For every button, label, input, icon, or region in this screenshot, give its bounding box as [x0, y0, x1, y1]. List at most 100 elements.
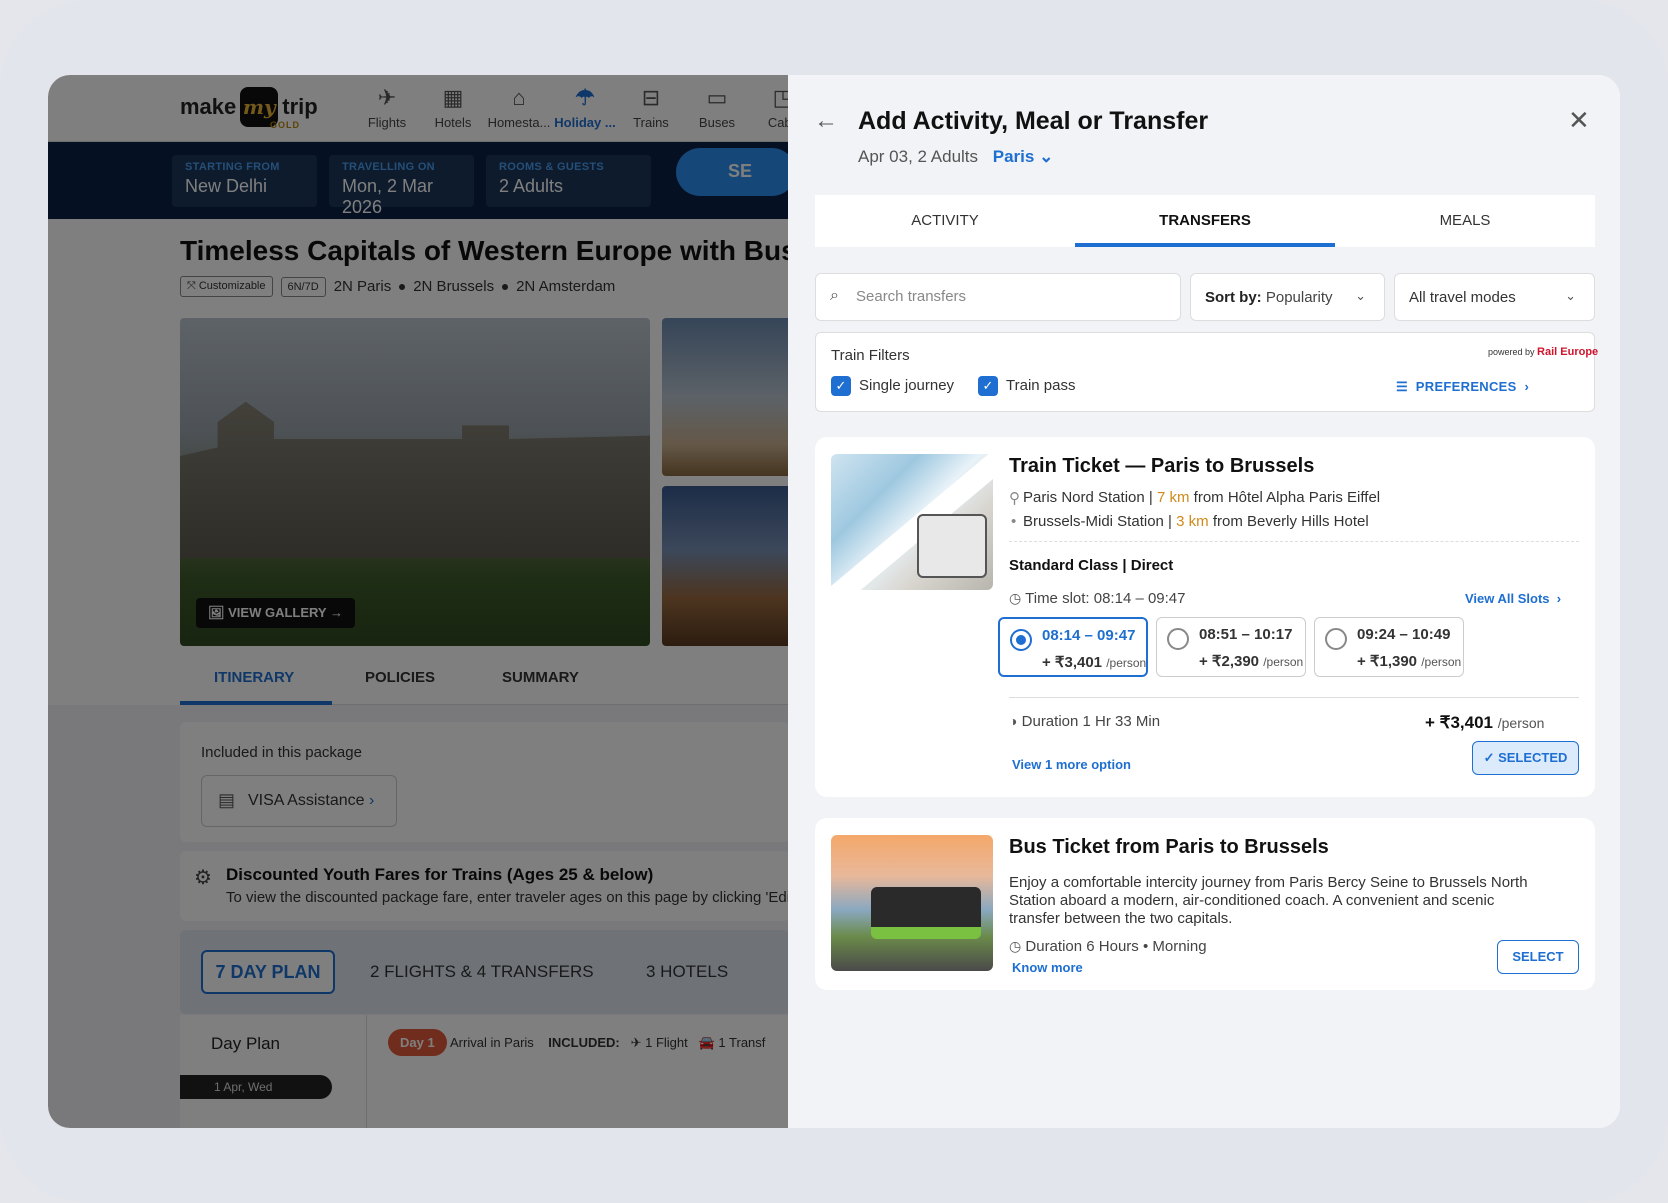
departure-station: ⚲ Paris Nord Station | 7 km from Hôtel Al…: [1009, 489, 1381, 507]
station-name: Brussels-Midi Station: [1023, 513, 1164, 530]
timer-icon: ◑: [1009, 713, 1018, 729]
tab-meals[interactable]: MEALS: [1335, 195, 1595, 247]
train-title: Train Ticket — Paris to Brussels: [1009, 455, 1315, 477]
divider: [1009, 697, 1579, 698]
slot-time: 08:51 – 10:17: [1199, 626, 1293, 643]
divider: [1009, 541, 1579, 542]
chevron-down-icon: ⌄: [1039, 147, 1054, 166]
sort-value: Popularity: [1265, 289, 1333, 306]
duration-label: Duration 1 Hr 33 Min: [1021, 713, 1161, 730]
bus-duration: ◷ Duration 6 Hours • Morning: [1009, 938, 1207, 955]
chevron-right-icon: ›: [1556, 591, 1562, 606]
selected-label: SELECTED: [1498, 750, 1568, 765]
clock-icon: ◷: [1009, 938, 1022, 954]
know-more-link[interactable]: Know more: [1012, 960, 1083, 975]
radio-button[interactable]: [1325, 628, 1347, 650]
date-guests: Apr 03, 2 Adults: [858, 147, 979, 166]
add-activity-panel: ← Add Activity, Meal or Transfer Apr 03,…: [788, 75, 1620, 1128]
train-image: [831, 454, 993, 590]
city-dropdown[interactable]: Paris ⌄: [993, 147, 1054, 166]
price-value: + ₹2,390: [1199, 653, 1260, 670]
powered-by-text: powered by: [1488, 347, 1535, 357]
rail-europe-logo: Rail Europe: [1537, 346, 1599, 358]
train-filters: Train Filters powered by Rail Europe ✓ Si…: [815, 332, 1599, 412]
sort-dropdown[interactable]: Sort by: Popularity ⌄: [1190, 273, 1385, 321]
close-icon[interactable]: ✕: [1568, 105, 1590, 136]
check-icon: ✓: [978, 376, 998, 396]
price-value: + ₹3,401: [1042, 654, 1103, 671]
tab-activity[interactable]: ACTIVITY: [815, 195, 1075, 247]
slot-option[interactable]: 08:51 – 10:17 + ₹2,390 /person: [1156, 617, 1306, 677]
panel-tabs: ACTIVITY TRANSFERS MEALS: [815, 195, 1595, 247]
slot-price: + ₹1,390 /person: [1357, 652, 1461, 670]
travel-modes-value: All travel modes: [1409, 289, 1516, 306]
train-class: Standard Class | Direct: [1009, 557, 1174, 574]
clock-icon: ◷: [1009, 590, 1022, 606]
chevron-down-icon: ⌄: [1565, 288, 1576, 303]
price-unit: /person: [1421, 655, 1462, 669]
radio-button[interactable]: [1167, 628, 1189, 650]
train-total-price: + ₹3,401 /person: [1425, 713, 1544, 733]
time-of-day: Morning: [1152, 938, 1207, 955]
select-button[interactable]: SELECT: [1497, 940, 1579, 974]
search-transfers-input[interactable]: ⌕ Search transfers: [815, 273, 1181, 321]
price-unit: /person: [1263, 655, 1304, 669]
radio-button[interactable]: [1010, 629, 1032, 651]
train-pass-checkbox[interactable]: ✓ Train pass: [978, 376, 1076, 396]
slot-price: + ₹2,390 /person: [1199, 652, 1303, 670]
arrival-station: • Brussels-Midi Station | 3 km from Bever…: [1011, 513, 1369, 530]
back-arrow-icon[interactable]: ←: [814, 107, 838, 135]
train-ticket-card: Train Ticket — Paris to Brussels ⚲ Paris …: [815, 437, 1595, 797]
search-icon: ⌕: [830, 287, 839, 304]
tab-transfers[interactable]: TRANSFERS: [1075, 195, 1335, 247]
slot-option[interactable]: 09:24 – 10:49 + ₹1,390 /person: [1314, 617, 1464, 677]
bus-ticket-card: Bus Ticket from Paris to Brussels Enjoy …: [815, 818, 1595, 990]
preferences-button[interactable]: ☰ PREFERENCES ›: [1396, 379, 1529, 395]
bus-image: [831, 835, 993, 971]
selected-button[interactable]: ✓ SELECTED: [1472, 741, 1579, 775]
travel-modes-dropdown[interactable]: All travel modes ⌄: [1394, 273, 1595, 321]
check-icon: ✓: [831, 376, 851, 396]
sort-label: Sort by:: [1205, 289, 1262, 306]
modal-overlay[interactable]: [48, 75, 788, 1128]
check-icon: ✓: [1483, 750, 1495, 765]
view-all-slots-link[interactable]: View All Slots ›: [1465, 591, 1561, 606]
search-placeholder: Search transfers: [856, 288, 967, 305]
single-journey-checkbox[interactable]: ✓ Single journey: [831, 376, 955, 396]
bus-title: Bus Ticket from Paris to Brussels: [1009, 836, 1329, 858]
slot-price: + ₹3,401 /person: [1042, 653, 1146, 671]
screen: make my trip GOLD ✈Flights ▦Hotels ⌂Home…: [48, 75, 1620, 1128]
price-value: + ₹1,390: [1357, 653, 1418, 670]
train-car: [917, 514, 987, 578]
total-unit: /person: [1497, 715, 1545, 731]
panel-title: Add Activity, Meal or Transfer: [858, 107, 1209, 135]
active-tab-underline: [1075, 243, 1335, 247]
view-more-option-link[interactable]: View 1 more option: [1012, 757, 1131, 772]
sliders-icon: ☰: [1396, 379, 1408, 394]
dot-icon: •: [1011, 513, 1017, 530]
slot-time: 09:24 – 10:49: [1357, 626, 1451, 643]
chevron-right-icon: ›: [1524, 379, 1530, 394]
station-from: from Beverly Hills Hotel: [1212, 513, 1369, 530]
total-value: + ₹3,401: [1425, 713, 1494, 732]
train-duration: ◑ Duration 1 Hr 33 Min: [1009, 713, 1160, 730]
station-distance: 7 km: [1156, 489, 1190, 506]
package-page: make my trip GOLD ✈Flights ▦Hotels ⌂Home…: [48, 75, 788, 1128]
checkbox-label: Single journey: [859, 377, 955, 394]
time-slot-label: Time slot: 08:14 – 09:47: [1025, 590, 1186, 607]
station-distance: 3 km: [1176, 513, 1209, 530]
bus-description: Enjoy a comfortable intercity journey fr…: [1009, 874, 1528, 927]
station-name: Paris Nord Station: [1023, 489, 1145, 506]
time-slot: ◷ Time slot: 08:14 – 09:47: [1009, 590, 1186, 607]
bus-shape: [871, 887, 981, 939]
checkbox-label: Train pass: [1006, 377, 1076, 394]
duration-label: Duration 6 Hours: [1025, 938, 1139, 955]
slot-option[interactable]: 08:14 – 09:47 + ₹3,401 /person: [998, 617, 1148, 677]
train-filters-title: Train Filters: [831, 347, 910, 364]
slot-time: 08:14 – 09:47: [1042, 627, 1136, 644]
station-from: from Hôtel Alpha Paris Eiffel: [1193, 489, 1381, 506]
panel-subtitle: Apr 03, 2 Adults Paris ⌄: [858, 147, 1053, 167]
chevron-down-icon: ⌄: [1355, 288, 1366, 303]
view-all-label: View All Slots: [1465, 591, 1550, 606]
preferences-label: PREFERENCES: [1415, 379, 1517, 394]
